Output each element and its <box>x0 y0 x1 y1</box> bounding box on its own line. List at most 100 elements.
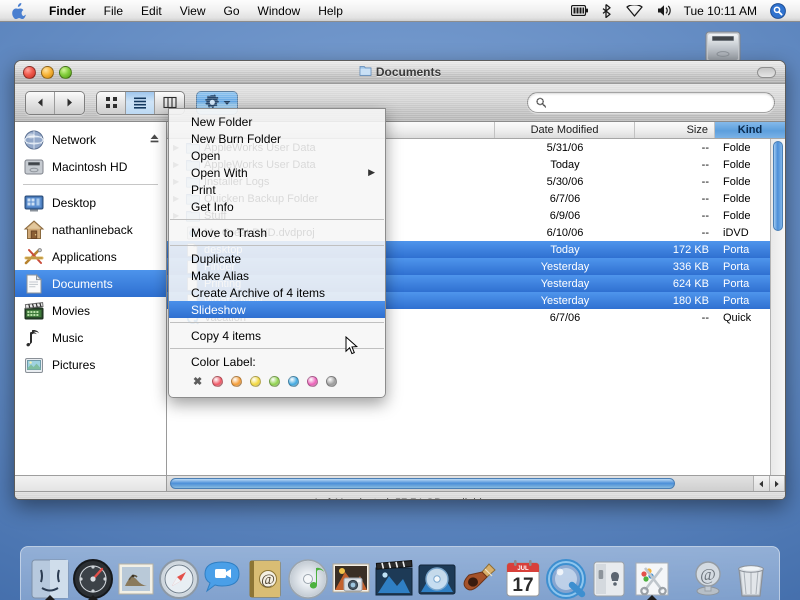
clear-color-label-button[interactable]: ✖ <box>193 375 202 388</box>
menu-item-make-alias[interactable]: Make Alias <box>169 267 385 284</box>
menu-item-slideshow[interactable]: Slideshow <box>169 301 385 318</box>
search-input[interactable] <box>550 96 766 109</box>
color-label-swatch-0[interactable] <box>212 376 224 387</box>
dock-item-dashboard[interactable] <box>72 550 114 600</box>
scroll-left-arrow-icon[interactable] <box>754 476 770 491</box>
sidebar-item-pictures[interactable]: Pictures <box>15 351 166 378</box>
menu-bar-clock[interactable]: Tue 10:11 AM <box>684 4 757 18</box>
desktop-icon-wrap <box>23 192 45 214</box>
menu-item-open-with[interactable]: Open With ▶ <box>169 164 385 181</box>
size-cell: -- <box>701 192 709 205</box>
dock-item-address-book[interactable]: @ <box>244 550 286 600</box>
vertical-scroll-thumb[interactable] <box>773 141 783 231</box>
eject-icon[interactable] <box>149 133 160 147</box>
battery-icon[interactable] <box>570 5 588 16</box>
color-label-swatch-2[interactable] <box>250 376 262 387</box>
resize-handle-icon[interactable] <box>770 499 783 500</box>
dock-item-trash[interactable] <box>730 550 772 600</box>
column-header-date-modified[interactable]: Date Modified <box>495 122 635 138</box>
column-header-kind[interactable]: Kind <box>715 122 785 138</box>
dock-item-mail-at-sign[interactable]: @ <box>687 550 729 600</box>
search-field[interactable] <box>527 92 775 113</box>
menu-bar-items: Finder File Edit View Go Window Help <box>40 1 352 20</box>
color-label-swatch-4[interactable] <box>288 376 300 387</box>
dock: @ JUL 17 @ <box>20 546 780 600</box>
menu-item-label: Slideshow <box>191 302 246 317</box>
search-icon <box>536 97 547 108</box>
idvd-disc-icon <box>418 564 456 595</box>
list-view-button[interactable] <box>126 91 155 114</box>
sidebar-item-network[interactable]: Network <box>15 126 166 153</box>
sidebar-item-music[interactable]: Music <box>15 324 166 351</box>
back-button[interactable] <box>26 91 55 114</box>
music-note-icon <box>26 329 39 346</box>
airport-wifi-icon[interactable] <box>625 4 643 17</box>
menu-item-open[interactable]: Open <box>169 147 385 164</box>
menu-item-new-burn-folder[interactable]: New Burn Folder <box>169 130 385 147</box>
color-label-swatch-5[interactable] <box>307 376 319 387</box>
color-label-swatch-6[interactable] <box>326 376 338 387</box>
horizontal-scroll-thumb[interactable] <box>170 478 675 489</box>
idvd-disc-icon-wrap <box>416 558 458 600</box>
dock-item-idvd[interactable] <box>416 550 458 600</box>
dock-item-garageband[interactable] <box>459 550 501 600</box>
at-sign-dock-icon: @ <box>695 561 721 596</box>
menu-item-new-folder[interactable]: New Folder <box>169 113 385 130</box>
running-indicator <box>45 595 55 600</box>
dock-item-ical[interactable]: JUL 17 <box>502 550 544 600</box>
menu-item-print[interactable]: Print <box>169 181 385 198</box>
sidebar-item-nathanlineback[interactable]: nathanlineback <box>15 216 166 243</box>
preview-scissors-icon <box>635 562 669 596</box>
sidebar-item-desktop[interactable]: Desktop <box>15 189 166 216</box>
date-modified-cell: Yesterday <box>540 294 590 307</box>
menu-finder[interactable]: Finder <box>40 1 95 20</box>
dock-item-preview[interactable] <box>631 550 673 600</box>
dock-item-ichat[interactable] <box>201 550 243 600</box>
dock-item-imovie[interactable] <box>373 550 415 600</box>
menu-item-duplicate[interactable]: Duplicate <box>169 250 385 267</box>
sidebar-item-macintosh-hd[interactable]: Macintosh HD <box>15 153 166 180</box>
music-note-icon-wrap <box>23 327 45 349</box>
quicktime-q-icon <box>546 559 586 599</box>
icon-view-button[interactable] <box>97 91 126 114</box>
dock-item-system-preferences[interactable] <box>588 550 630 600</box>
date-modified-cell: Yesterday <box>540 260 590 273</box>
dock-item-quicktime[interactable] <box>545 550 587 600</box>
sidebar-item-applications[interactable]: Applications <box>15 243 166 270</box>
spotlight-search-icon[interactable] <box>770 2 786 19</box>
column-header-size[interactable]: Size <box>635 122 715 138</box>
forward-button[interactable] <box>55 91 84 114</box>
sidebar-item-movies[interactable]: Movies <box>15 297 166 324</box>
scrollbar-sidebar-spacer <box>15 476 167 491</box>
system-preferences-icon <box>593 561 625 597</box>
menu-item-get-info[interactable]: Get Info <box>169 198 385 215</box>
list-vertical-scrollbar[interactable] <box>770 139 785 475</box>
bluetooth-icon[interactable] <box>602 3 612 18</box>
menu-go[interactable]: Go <box>215 1 249 20</box>
menu-item-move-to-trash[interactable]: Move to Trash <box>169 224 385 241</box>
color-label-swatch-3[interactable] <box>269 376 281 387</box>
dock-item-iphoto[interactable] <box>330 550 372 600</box>
menu-file[interactable]: File <box>95 1 132 20</box>
horizontal-scroll-track[interactable] <box>167 476 753 491</box>
size-cell: 180 KB <box>672 294 709 307</box>
volume-icon[interactable] <box>657 4 673 17</box>
menu-item-label: Create Archive of 4 items <box>191 285 326 300</box>
apple-logo-icon[interactable] <box>12 2 26 19</box>
toolbar-toggle-button[interactable] <box>757 67 776 78</box>
menu-edit[interactable]: Edit <box>132 1 171 20</box>
menu-view[interactable]: View <box>171 1 215 20</box>
window-title-bar[interactable]: Documents <box>15 61 785 84</box>
menu-item-create-archive-of-4-items[interactable]: Create Archive of 4 items <box>169 284 385 301</box>
dock-item-mail[interactable] <box>115 550 157 600</box>
menu-help[interactable]: Help <box>309 1 352 20</box>
dock-item-finder[interactable] <box>29 550 71 600</box>
scroll-right-arrow-icon[interactable] <box>769 476 785 491</box>
dock-item-itunes[interactable] <box>287 550 329 600</box>
color-label-swatch-1[interactable] <box>231 376 243 387</box>
dock-item-safari[interactable] <box>158 550 200 600</box>
trash-can-icon <box>738 565 764 597</box>
sidebar-item-documents[interactable]: Documents <box>15 270 166 297</box>
menu-window[interactable]: Window <box>249 1 310 20</box>
back-arrow-icon <box>37 98 42 107</box>
